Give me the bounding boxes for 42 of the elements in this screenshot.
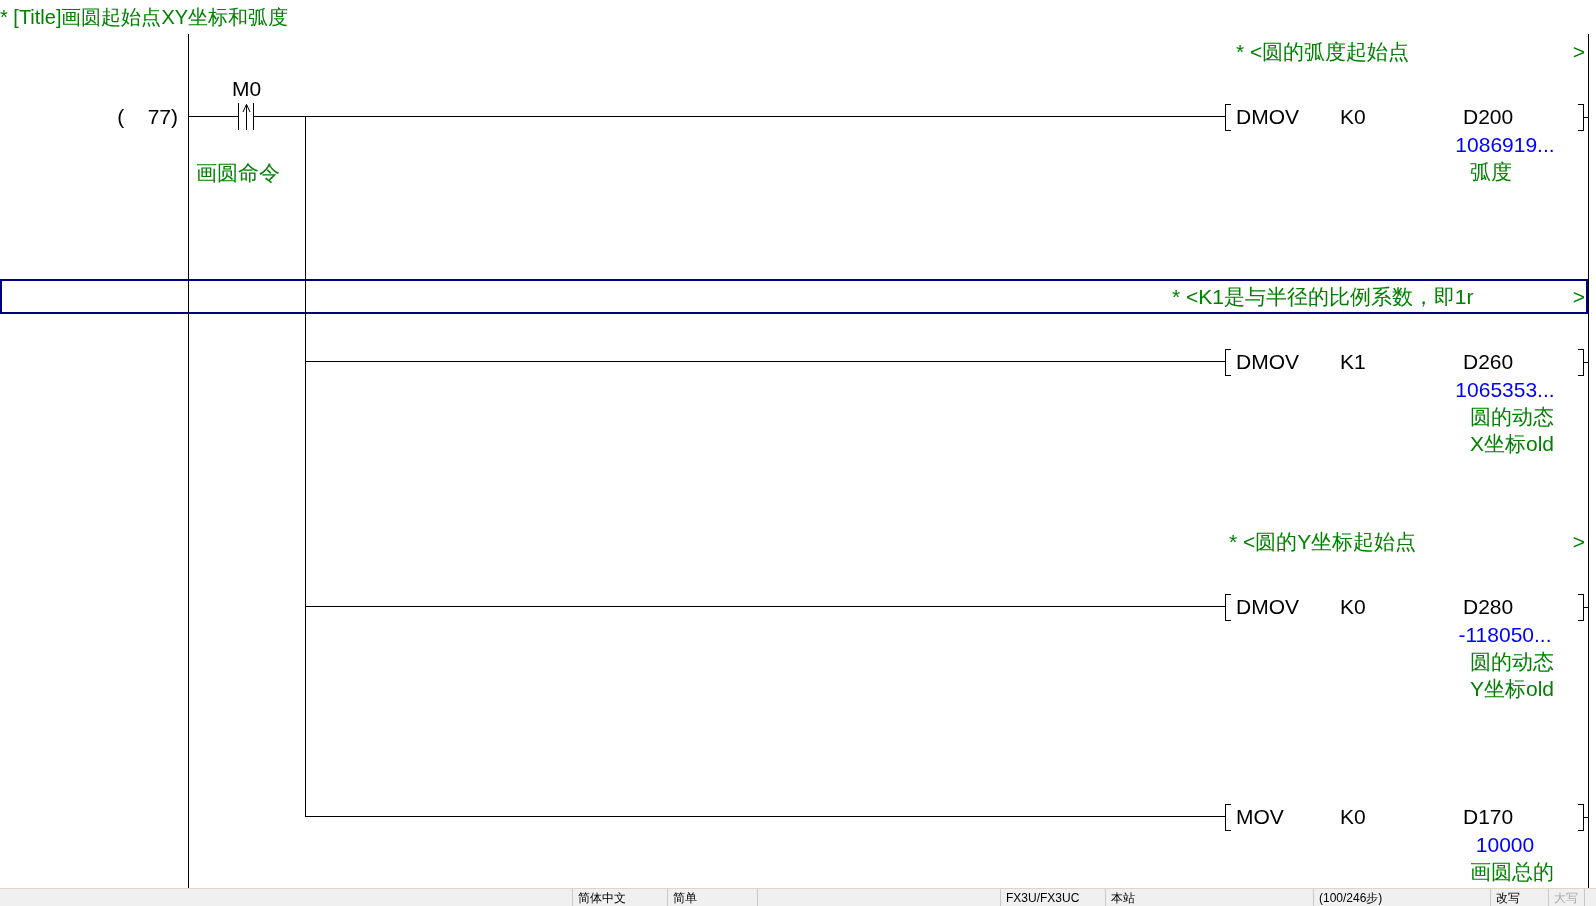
status-field: FX3U/FX3UC bbox=[1006, 890, 1080, 905]
instruction-name: DMOV bbox=[1236, 350, 1299, 374]
status-field: 本站 bbox=[1111, 890, 1135, 905]
current-value: 1086919... bbox=[1455, 132, 1555, 157]
destination-operand: D170 bbox=[1463, 805, 1514, 829]
status-field: 改写 bbox=[1496, 890, 1520, 905]
device-comment: X坐标old bbox=[1470, 431, 1555, 456]
device-label: M0 bbox=[232, 77, 262, 101]
current-value: 1065353... bbox=[1455, 377, 1555, 402]
statement-end-mark: > bbox=[1572, 529, 1585, 554]
current-value: -118050... bbox=[1458, 622, 1552, 647]
statement-end-mark: > bbox=[1572, 39, 1585, 64]
source-operand: K0 bbox=[1340, 595, 1366, 619]
destination-operand: D280 bbox=[1463, 595, 1514, 619]
source-operand: K0 bbox=[1340, 105, 1366, 129]
current-value: 10000 bbox=[1475, 832, 1535, 857]
device-comment: Y坐标old bbox=[1470, 676, 1555, 701]
status-field: 大写 bbox=[1554, 890, 1578, 905]
instruction-name: MOV bbox=[1236, 805, 1284, 829]
device-comment: 画圆总的 bbox=[1470, 859, 1554, 884]
title-comment: * [Title]画圆起始点XY坐标和弧度 bbox=[0, 5, 289, 30]
device-comment: 弧度 bbox=[1470, 159, 1512, 184]
statement-row[interactable]: * <K1是与半径的比例系数，即1r > bbox=[0, 279, 1588, 314]
status-field: 简体中文 bbox=[578, 890, 626, 905]
source-operand: K1 bbox=[1340, 350, 1366, 374]
statement-comment: * <圆的弧度起始点 bbox=[1236, 39, 1410, 64]
step-number: ( 77) bbox=[117, 105, 178, 129]
statement-comment: * <K1是与半径的比例系数，即1r bbox=[1171, 284, 1474, 309]
source-operand: K0 bbox=[1340, 805, 1366, 829]
destination-operand: D200 bbox=[1463, 105, 1514, 129]
rung-wire bbox=[188, 116, 238, 117]
status-field: (100/246步) bbox=[1319, 890, 1383, 905]
rising-edge-contact-icon bbox=[238, 103, 254, 130]
device-comment: 画圆命令 bbox=[196, 161, 280, 185]
destination-operand: D260 bbox=[1463, 350, 1514, 374]
statement-comment: * <圆的Y坐标起始点 bbox=[1229, 529, 1417, 554]
statement-end-mark: > bbox=[1572, 284, 1585, 309]
device-comment: 圆的动态 bbox=[1470, 649, 1554, 674]
status-field: 简单 bbox=[673, 890, 697, 905]
device-comment: 圆的动态 bbox=[1470, 404, 1554, 429]
instruction-name: DMOV bbox=[1236, 105, 1299, 129]
instruction-name: DMOV bbox=[1236, 595, 1299, 619]
